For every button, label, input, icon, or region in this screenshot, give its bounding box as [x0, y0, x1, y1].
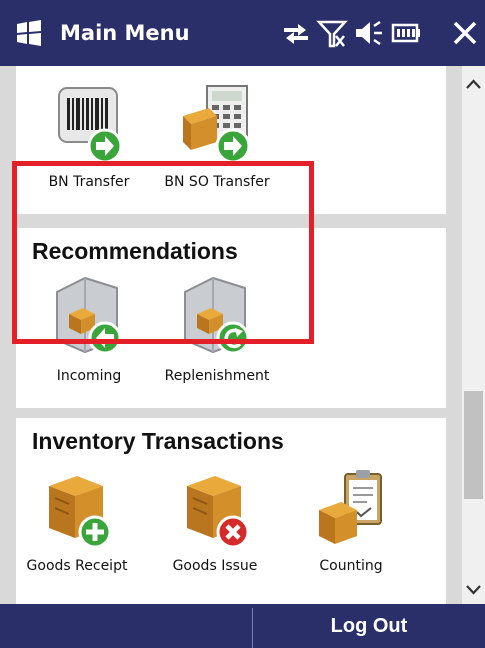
- calculator-transfer-icon: [183, 85, 251, 164]
- goods-issue-tile[interactable]: Goods Issue: [150, 468, 280, 574]
- warehouse-replenish-icon: [184, 276, 250, 355]
- scroll-up-icon[interactable]: [462, 70, 485, 100]
- tile-label: Incoming: [56, 368, 122, 384]
- counting-tile[interactable]: Counting: [286, 468, 416, 574]
- tile-label: Goods Receipt: [26, 558, 128, 574]
- vertical-scrollbar[interactable]: [462, 66, 485, 604]
- page-title: Main Menu: [60, 21, 190, 45]
- no-signal-icon[interactable]: [316, 18, 348, 48]
- main-menu-content: BN Transfer BN SO Transfer Recommendatio…: [0, 66, 462, 604]
- goods-receipt-tile[interactable]: Goods Receipt: [12, 468, 142, 574]
- tile-label: Goods Issue: [172, 558, 258, 574]
- barcode-transfer-icon: [58, 87, 123, 164]
- left-softkey[interactable]: [0, 604, 252, 648]
- tile-label: BN Transfer: [48, 174, 130, 190]
- box-remove-icon: [187, 476, 250, 549]
- transfer-panel: BN Transfer BN SO Transfer: [16, 66, 446, 214]
- bn-so-transfer-tile[interactable]: BN SO Transfer: [152, 84, 282, 190]
- clipboard-box-icon: [319, 470, 382, 544]
- log-out-button[interactable]: Log Out: [253, 604, 485, 648]
- section-title: Recommendations: [32, 238, 238, 264]
- connectivity-icon[interactable]: [280, 18, 312, 48]
- title-bar: Main Menu: [0, 0, 485, 66]
- tile-label: Counting: [319, 558, 383, 574]
- battery-icon[interactable]: [390, 18, 422, 48]
- incoming-tile[interactable]: Incoming: [24, 274, 154, 384]
- tile-label: BN SO Transfer: [164, 174, 270, 190]
- recommendations-panel: Recommendations Incoming Replenishment: [16, 228, 446, 408]
- inventory-transactions-panel: Inventory Transactions Goods Receipt Goo…: [16, 418, 446, 604]
- close-icon[interactable]: [450, 18, 480, 48]
- scroll-down-icon[interactable]: [462, 574, 485, 604]
- windows-logo-icon[interactable]: [14, 18, 44, 48]
- bn-transfer-tile[interactable]: BN Transfer: [24, 84, 154, 190]
- softkey-bar: Log Out: [0, 604, 485, 648]
- replenishment-tile[interactable]: Replenishment: [152, 274, 282, 384]
- warehouse-incoming-icon: [56, 276, 122, 355]
- tile-label: Replenishment: [164, 368, 270, 384]
- scroll-thumb[interactable]: [464, 391, 483, 499]
- box-add-icon: [49, 476, 112, 549]
- section-title: Inventory Transactions: [32, 428, 284, 454]
- volume-icon[interactable]: [352, 18, 384, 48]
